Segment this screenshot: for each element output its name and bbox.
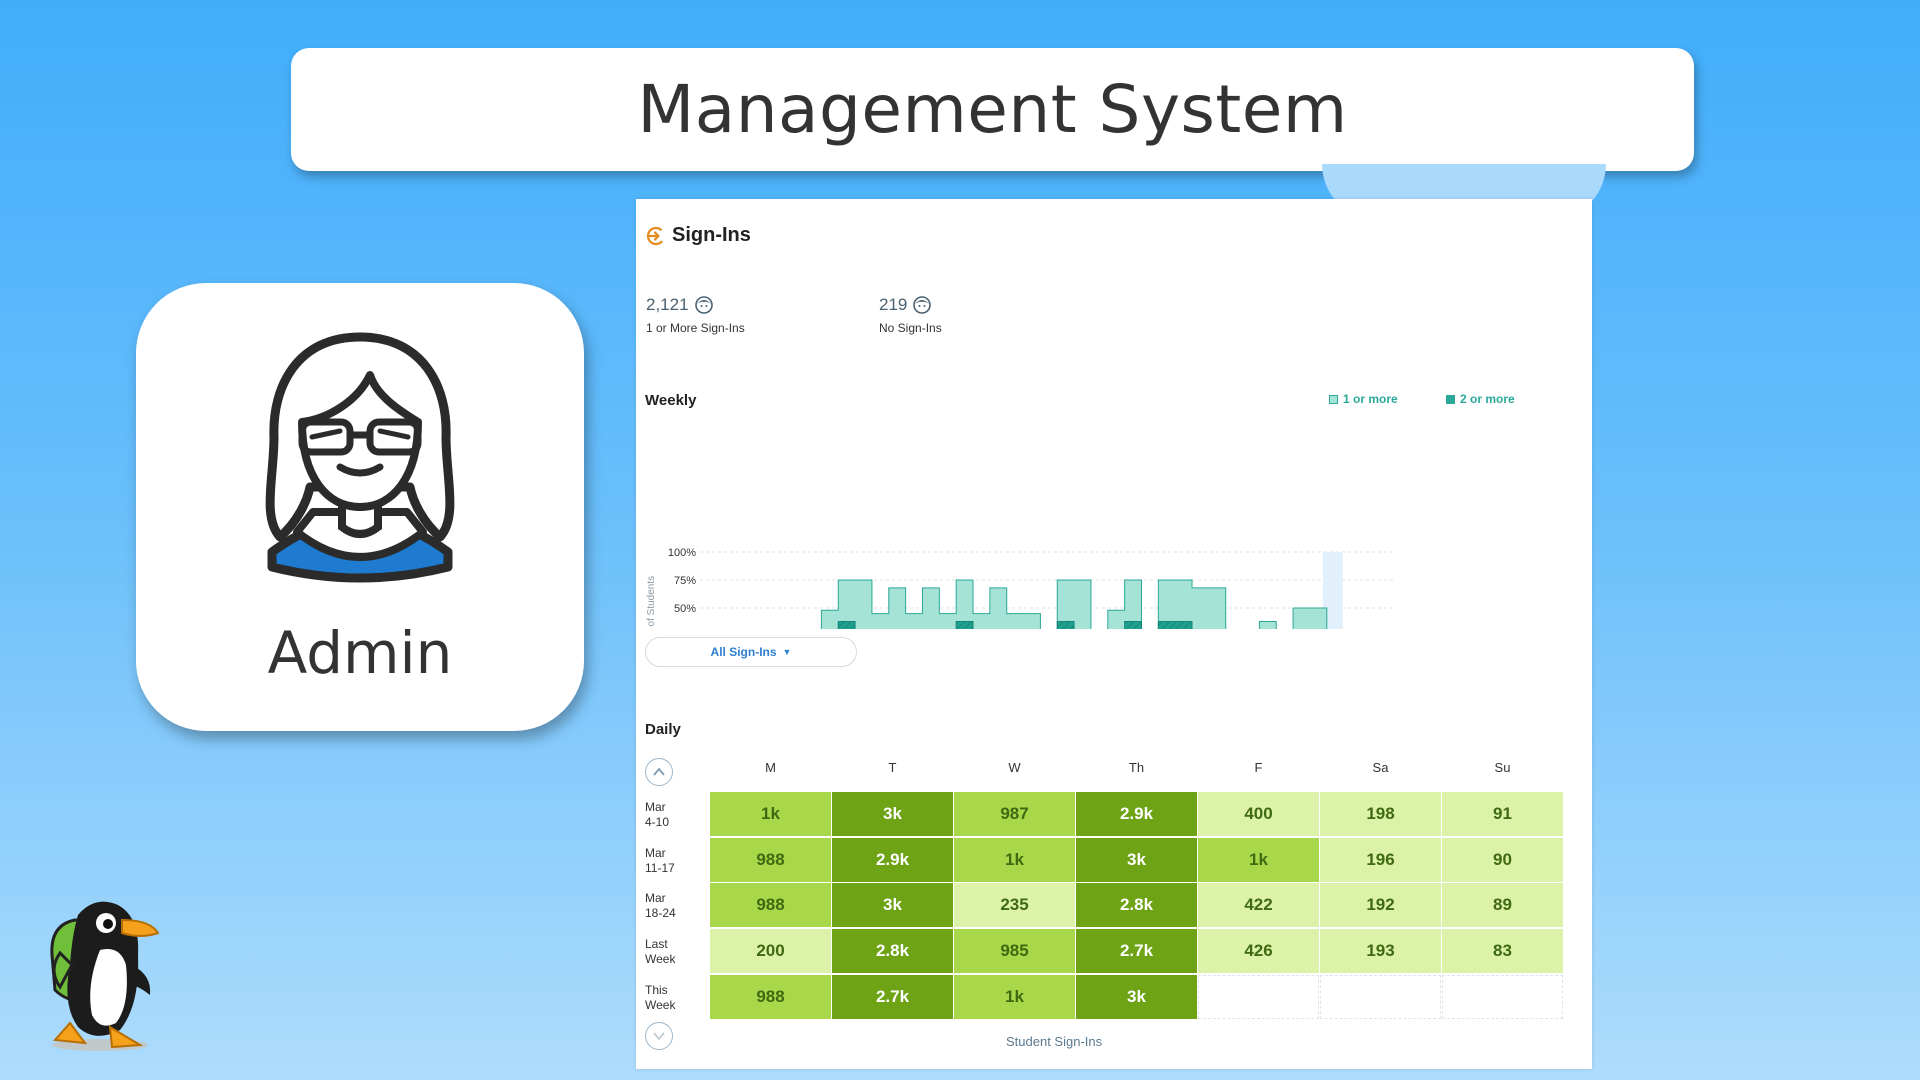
heatmap-cell[interactable]: 198 bbox=[1320, 792, 1441, 836]
heatmap-cell[interactable]: 196 bbox=[1320, 837, 1441, 882]
page-title: Management System bbox=[637, 71, 1348, 148]
heatmap-cell bbox=[1320, 974, 1441, 1019]
title-banner: Management System bbox=[291, 48, 1694, 171]
heatmap-cell[interactable]: 2.8k bbox=[832, 929, 953, 974]
y-tick-label: 75% bbox=[674, 575, 696, 587]
penguin-mascot-icon bbox=[50, 901, 160, 1051]
day-column-header: Sa bbox=[1372, 760, 1389, 775]
y-axis-label: % of Students bbox=[646, 576, 657, 629]
sign-ins-panel: Sign-Ins 2,121 1 or More Sign-Ins 219 No… bbox=[636, 199, 1592, 1069]
chevron-down-icon bbox=[653, 1032, 665, 1041]
scroll-down-button[interactable] bbox=[645, 1022, 673, 1050]
daily-title: Daily bbox=[645, 721, 681, 738]
heatmap-cell[interactable]: 2.9k bbox=[1076, 792, 1197, 836]
heatmap-cell bbox=[1198, 974, 1319, 1019]
heatmap-cell[interactable]: 1k bbox=[1198, 837, 1319, 882]
student-face-icon bbox=[913, 296, 932, 314]
heatmap-cell[interactable]: 193 bbox=[1320, 929, 1441, 974]
dropdown-label: All Sign-Ins bbox=[710, 645, 777, 659]
legend-label-two-or-more: 2 or more bbox=[1460, 392, 1515, 406]
stat-no-sign-in: 219 No Sign-Ins bbox=[879, 295, 942, 335]
heatmap-cell[interactable]: 83 bbox=[1442, 929, 1563, 974]
heatmap-cell[interactable]: 400 bbox=[1198, 792, 1319, 836]
daily-footer-label: Student Sign-Ins bbox=[1006, 1034, 1103, 1049]
stat-no-sign-in-value: 219 bbox=[879, 295, 908, 314]
student-face-icon bbox=[694, 296, 713, 314]
heatmap-cell[interactable]: 192 bbox=[1320, 883, 1441, 928]
day-column-header: M bbox=[765, 760, 776, 775]
legend-swatch-two-or-more bbox=[1446, 394, 1455, 404]
week-row-label: Mar 11-17 bbox=[645, 845, 675, 875]
heatmap-cell[interactable]: 1k bbox=[954, 837, 1075, 882]
heatmap-cell[interactable]: 2.9k bbox=[832, 837, 953, 882]
stat-signed-in: 2,121 1 or More Sign-Ins bbox=[646, 295, 745, 335]
day-column-header: T bbox=[888, 760, 897, 775]
heatmap-cell[interactable]: 2.8k bbox=[1076, 883, 1197, 928]
day-column-header: Su bbox=[1494, 760, 1511, 775]
week-row-label: Last Week bbox=[645, 937, 676, 967]
admin-avatar-icon bbox=[265, 332, 455, 583]
legend-label-one-or-more: 1 or more bbox=[1343, 392, 1398, 406]
admin-card[interactable]: Admin bbox=[136, 283, 584, 731]
chart-y-ticks: 100%75%50%25%0% bbox=[668, 547, 696, 615]
heatmap-cell[interactable]: 90 bbox=[1442, 837, 1563, 882]
heatmap-cell[interactable]: 988 bbox=[710, 883, 831, 928]
chevron-down-icon: ▼ bbox=[782, 647, 792, 657]
stat-signed-in-label: 1 or More Sign-Ins bbox=[646, 321, 745, 335]
heatmap-cell[interactable]: 1k bbox=[954, 974, 1075, 1019]
scroll-up-button[interactable] bbox=[645, 758, 673, 786]
heatmap-cell[interactable]: 2.7k bbox=[832, 974, 953, 1019]
heatmap-cell[interactable]: 3k bbox=[832, 883, 953, 928]
day-column-header: W bbox=[1008, 760, 1021, 775]
heatmap-cell[interactable]: 1k bbox=[710, 792, 831, 836]
heatmap-cell bbox=[1442, 974, 1563, 1019]
heatmap-cell[interactable]: 3k bbox=[1076, 974, 1197, 1019]
stat-signed-in-value: 2,121 bbox=[646, 295, 689, 314]
heatmap-cell[interactable]: 988 bbox=[710, 837, 831, 882]
week-row-label: Mar 4-10 bbox=[645, 800, 670, 829]
heatmap-cell[interactable]: 987 bbox=[954, 792, 1075, 836]
day-column-header: Th bbox=[1128, 760, 1145, 775]
heatmap-cell[interactable]: 91 bbox=[1442, 792, 1563, 836]
heatmap-cell[interactable]: 422 bbox=[1198, 883, 1319, 928]
heatmap-cell[interactable]: 89 bbox=[1442, 883, 1563, 928]
panel-title: Sign-Ins bbox=[672, 224, 751, 246]
admin-label: Admin bbox=[267, 619, 453, 687]
heatmap-cell[interactable]: 426 bbox=[1198, 929, 1319, 974]
legend-two-or-more[interactable]: 2 or more bbox=[1446, 392, 1515, 406]
weekly-title: Weekly bbox=[645, 392, 697, 409]
panel-header: Sign-Ins bbox=[646, 224, 751, 247]
day-column-header: F bbox=[1254, 760, 1263, 775]
week-row-label: This Week bbox=[645, 982, 676, 1012]
y-tick-label: 100% bbox=[668, 547, 696, 559]
weekly-chart: 100%75%50%25%0% AugSepOctNovDecJanFebMar… bbox=[646, 547, 1396, 629]
sign-in-filter-dropdown[interactable]: All Sign-Ins ▼ bbox=[645, 637, 857, 667]
legend-one-or-more[interactable]: 1 or more bbox=[1329, 392, 1398, 406]
y-tick-label: 50% bbox=[674, 603, 696, 615]
heatmap-cell[interactable]: 2.7k bbox=[1076, 929, 1197, 974]
chart-gridlines bbox=[700, 551, 1396, 609]
week-row-label: Mar 18-24 bbox=[645, 891, 676, 921]
chevron-up-icon bbox=[653, 767, 665, 776]
heatmap-cell[interactable]: 988 bbox=[710, 974, 831, 1019]
heatmap-cell[interactable]: 3k bbox=[832, 792, 953, 836]
stat-no-sign-in-label: No Sign-Ins bbox=[879, 321, 942, 335]
legend-swatch-one-or-more bbox=[1329, 394, 1338, 404]
heatmap-cell[interactable]: 235 bbox=[954, 883, 1075, 928]
heatmap-cell[interactable]: 985 bbox=[954, 929, 1075, 974]
heatmap-cell[interactable]: 200 bbox=[710, 929, 831, 974]
sign-in-arrow-icon bbox=[646, 226, 666, 245]
heatmap-cell[interactable]: 3k bbox=[1076, 837, 1197, 882]
